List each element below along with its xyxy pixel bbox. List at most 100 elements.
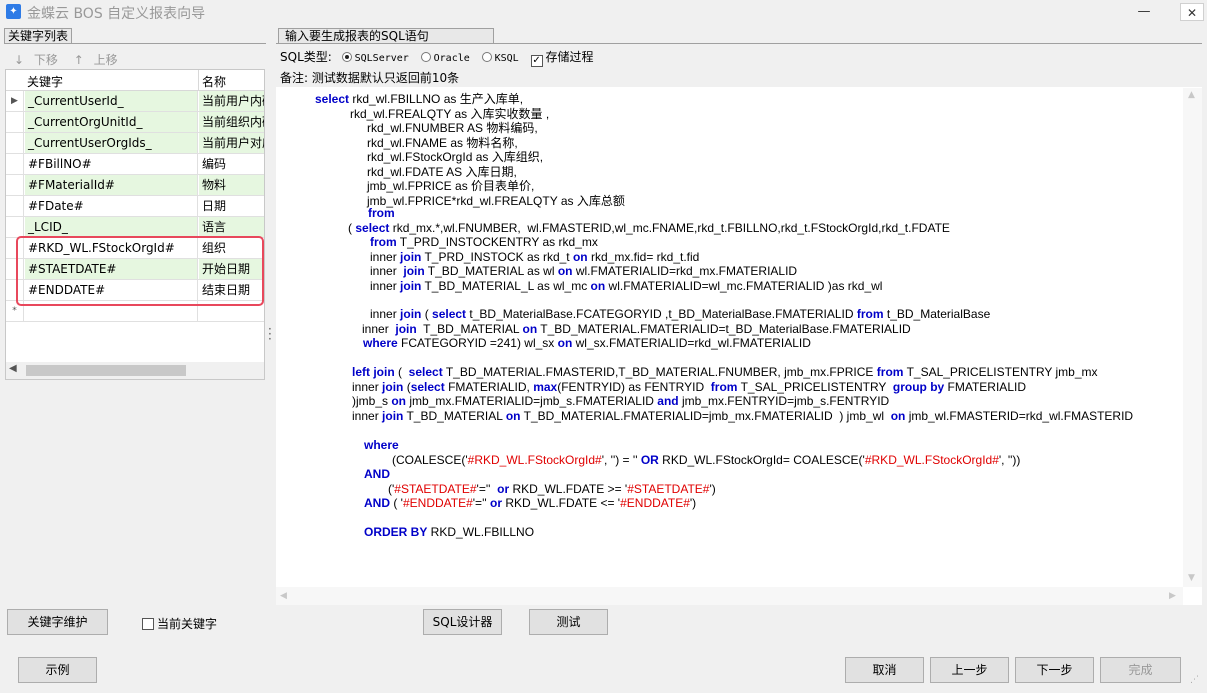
cell-name[interactable]: 编码	[199, 154, 264, 174]
cell-name[interactable]: 当前用户内码	[199, 91, 264, 111]
table-row[interactable]: _CurrentUserOrgIds_当前用户对应组织	[6, 133, 264, 154]
next-button[interactable]: 下一步	[1015, 657, 1094, 683]
arrow-up-icon: ↑	[73, 53, 84, 67]
scroll-left-icon[interactable]: ◀	[9, 363, 17, 374]
splitter-handle[interactable]: · · ·	[268, 323, 272, 345]
radio-ksql[interactable]: KSQL	[481, 50, 527, 64]
sql-text: wl.FMATERIALID=rkd_mx.FMATERIALID	[572, 264, 798, 278]
sql-keyword: on	[391, 394, 407, 408]
sql-keyword: select	[410, 380, 445, 394]
resize-grip-icon[interactable]: ⋰	[1190, 676, 1199, 685]
radio-empty-icon	[481, 52, 492, 62]
radio-oracle[interactable]: Oracle	[420, 50, 478, 64]
scroll-right-icon[interactable]: ▶	[1169, 591, 1176, 601]
sql-vertical-scrollbar[interactable]: ▲ ▼	[1183, 88, 1202, 587]
scroll-down-icon[interactable]: ▼	[1188, 573, 1195, 583]
sql-line: inner join T_BD_MATERIAL on T_BD_MATERIA…	[362, 322, 911, 336]
cell-keyword[interactable]: #FBillNO#	[25, 154, 198, 174]
stored-proc-label: 存储过程	[545, 50, 594, 64]
table-row[interactable]: #FBillNO# 编码	[6, 154, 264, 175]
checkbox-empty-icon	[142, 618, 154, 630]
sql-text: T_BD_MATERIAL	[403, 409, 506, 423]
table-row[interactable]: #FMaterialId# 物料	[6, 175, 264, 196]
table-row[interactable]: #FDate# 日期	[6, 196, 264, 217]
table-row[interactable]: _LCID_ 语言	[6, 217, 264, 238]
sql-keyword: select	[432, 307, 467, 321]
sql-text: (	[403, 380, 411, 394]
keyword-grid[interactable]: 关键字 名称 ▶_CurrentUserId_当前用户内码_CurrentOrg…	[5, 69, 265, 380]
cell-name[interactable]: 当前组织内码	[199, 112, 264, 132]
sql-placeholder: #ENDDATE#	[620, 496, 690, 510]
column-divider[interactable]	[198, 70, 199, 91]
sql-text: rkd_wl.FBILLNO as 生产入库单,	[349, 92, 524, 106]
cell-keyword[interactable]: #FMaterialId#	[25, 175, 198, 195]
cell-keyword[interactable]: _CurrentUserId_	[25, 91, 198, 111]
sql-text: RKD_WL.FDATE <= '	[501, 496, 621, 510]
sql-keyword: OR	[640, 453, 659, 467]
sql-text: '=''	[472, 496, 490, 510]
cancel-button[interactable]: 取消	[845, 657, 924, 683]
sql-placeholder: #ENDDATE#	[402, 496, 473, 510]
cell-name[interactable]: 物料	[199, 175, 264, 195]
radio-sqlserver[interactable]: SQLServer	[341, 50, 417, 64]
cell-keyword[interactable]: _CurrentOrgUnitId_	[25, 112, 198, 132]
highlight-annotation-box	[16, 236, 264, 306]
sql-text: T_PRD_INSTOCKENTRY as rkd_mx	[396, 235, 598, 249]
sql-placeholder: #STAETDATE#	[394, 482, 477, 496]
sql-line: inner join T_PRD_INSTOCK as rkd_t on rkd…	[370, 250, 699, 264]
sql-text: ', '') = ''	[601, 453, 641, 467]
tab-underline	[4, 43, 266, 44]
scroll-left-icon[interactable]: ◀	[280, 591, 287, 601]
radio-label-oracle: Oracle	[433, 53, 470, 64]
sql-text: FMATERIALID,	[444, 380, 534, 394]
finish-button[interactable]: 完成	[1100, 657, 1181, 683]
keyword-maintain-button[interactable]: 关键字维护	[7, 609, 108, 635]
current-keyword-checkbox[interactable]: 当前关键字	[142, 615, 217, 632]
move-up-button[interactable]: ↑ 上移	[74, 53, 124, 67]
sql-placeholder: #STAETDATE#	[627, 482, 710, 496]
grid-horizontal-scrollbar[interactable]: ◀	[6, 362, 264, 379]
cell-name[interactable]: 当前用户对应组织	[199, 133, 264, 153]
stored-proc-checkbox[interactable]: ✓ 存储过程	[530, 50, 594, 67]
sql-text: rkd_mx.*,wl.FNUMBER, wl.FMASTERID,wl_mc.…	[389, 221, 950, 235]
move-down-button[interactable]: ↓ 下移	[14, 53, 64, 67]
sql-keyword: on	[522, 322, 538, 336]
arrow-down-icon: ↓	[14, 53, 25, 67]
scroll-up-icon[interactable]: ▲	[1188, 90, 1195, 100]
sql-text: T_BD_MATERIAL as wl	[424, 264, 558, 278]
column-header-name[interactable]: 名称	[202, 73, 226, 90]
sql-horizontal-scrollbar[interactable]: ◀ ▶	[276, 587, 1183, 605]
scrollbar-thumb[interactable]	[26, 365, 186, 376]
keyword-toolbar: ↓ 下移 ↑ 上移	[14, 51, 130, 67]
sql-text: jmb_mx.FENTRYID=jmb_s.FENTRYID	[678, 394, 890, 408]
sql-text: jmb_mx.FMATERIALID=jmb_s.FMATERIALID	[406, 394, 658, 408]
sql-keyword: from	[370, 235, 397, 249]
sql-text: )jmb_s	[352, 394, 392, 408]
sql-keyword: select	[315, 92, 350, 106]
column-header-key[interactable]: 关键字	[27, 73, 63, 90]
row-indicator: ▶	[6, 91, 24, 111]
tab-sql-input[interactable]: 输入要生成报表的SQL语句	[278, 28, 494, 44]
sql-editor[interactable]: select rkd_wl.FBILLNO as 生产入库单, rkd_wl.FR…	[276, 87, 1202, 605]
test-button[interactable]: 测试	[529, 609, 608, 635]
sql-text: (	[421, 307, 433, 321]
close-icon[interactable]: ✕	[1180, 3, 1204, 21]
cell-keyword[interactable]: _CurrentUserOrgIds_	[25, 133, 198, 153]
note-text: 备注: 测试数据默认只返回前10条	[280, 71, 460, 85]
sql-keyword: join	[403, 264, 425, 278]
cell-name[interactable]: 语言	[199, 217, 264, 237]
prev-button[interactable]: 上一步	[930, 657, 1009, 683]
sql-keyword: on	[890, 409, 906, 423]
tab-keyword-list[interactable]: 关键字列表	[4, 28, 72, 44]
cell-name[interactable]: 日期	[199, 196, 264, 216]
sql-designer-button[interactable]: SQL设计器	[423, 609, 502, 635]
table-row[interactable]: _CurrentOrgUnitId_当前组织内码	[6, 112, 264, 133]
example-button[interactable]: 示例	[18, 657, 97, 683]
sql-text: jmb_wl.FPRICE as 价目表单价,	[367, 179, 535, 193]
cell-keyword[interactable]: _LCID_	[25, 217, 198, 237]
sql-keyword: on	[505, 409, 521, 423]
cell-keyword[interactable]: #FDate#	[25, 196, 198, 216]
minimize-icon[interactable]: —	[1130, 0, 1158, 24]
table-row[interactable]: ▶_CurrentUserId_当前用户内码	[6, 91, 264, 112]
row-indicator	[6, 112, 24, 132]
